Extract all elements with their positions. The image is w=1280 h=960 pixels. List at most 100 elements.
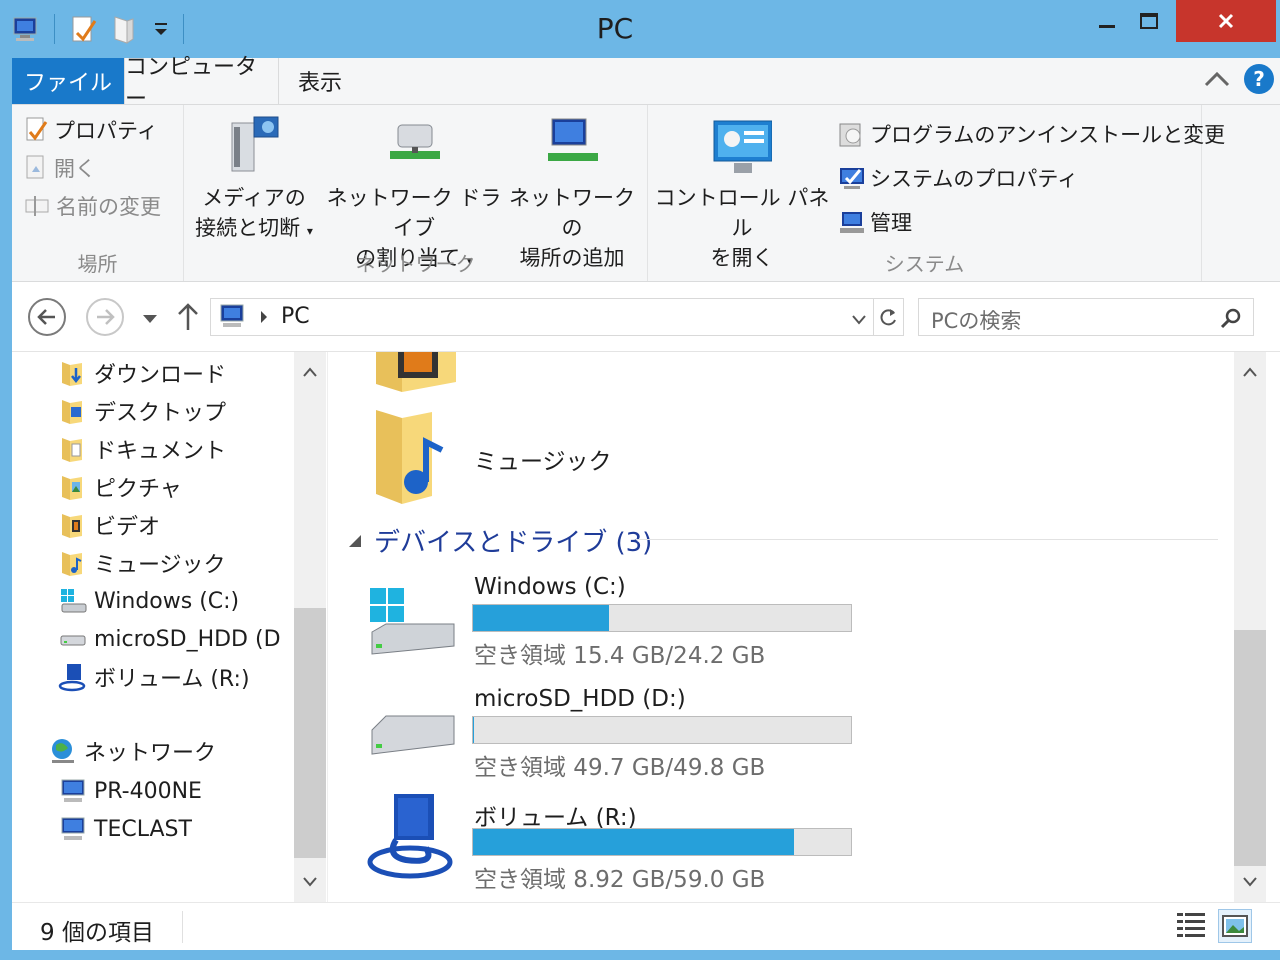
back-button[interactable]	[28, 298, 66, 336]
nav-item-drive-c[interactable]: Windows (C:)	[58, 582, 239, 620]
programs-icon	[839, 123, 861, 147]
nav-item-desktop[interactable]: デスクトップ	[58, 392, 226, 430]
computer-icon	[217, 303, 251, 335]
nav-label: ボリューム (R:)	[94, 667, 250, 692]
arrow-right-icon	[97, 309, 115, 325]
content-scroll-thumb[interactable]	[1234, 630, 1266, 866]
documents-folder-icon	[58, 434, 88, 464]
collapse-triangle-icon[interactable]	[348, 534, 362, 548]
manage-label: 管理	[870, 211, 912, 235]
system-properties-icon	[840, 168, 864, 189]
drive-d-name: microSD_HDD (D:)	[474, 686, 686, 712]
nav-item-pictures[interactable]: ピクチャ	[58, 468, 182, 506]
tab-file[interactable]: ファイル	[12, 58, 124, 104]
nav-pane-scrollbar[interactable]	[294, 352, 326, 902]
search-input[interactable]: PCの検索	[931, 305, 1021, 335]
help-icon[interactable]: ?	[1244, 64, 1274, 94]
recent-locations-button[interactable]	[142, 310, 158, 329]
nav-item-drive-r[interactable]: ボリューム (R:)	[58, 658, 250, 696]
drive-d-tile[interactable]: microSD_HDD (D:) 空き領域 49.7 GB/49.8 GB	[366, 686, 866, 796]
close-button[interactable]	[1176, 0, 1276, 42]
rename-button[interactable]: 名前の変更	[24, 191, 161, 221]
manage-icon	[840, 212, 864, 233]
music-folder-tile[interactable]: ミュージック	[372, 406, 612, 510]
breadcrumb-separator-icon[interactable]	[259, 309, 269, 329]
desktop-folder-icon	[58, 396, 88, 426]
nav-item-network[interactable]: ネットワーク	[48, 732, 216, 770]
nav-label: microSD_HDD (D	[94, 626, 281, 652]
uninstall-program-button[interactable]: プログラムのアンインストールと変更	[838, 119, 1225, 149]
details-view-button[interactable]	[1174, 909, 1208, 943]
tab-view[interactable]: 表示	[279, 58, 361, 104]
media-server-icon	[224, 113, 284, 179]
nav-label: ピクチャ	[94, 477, 182, 502]
search-icon[interactable]	[1219, 307, 1243, 335]
tab-computer[interactable]: コンピューター	[124, 55, 279, 112]
nav-item-downloads[interactable]: ダウンロード	[58, 354, 226, 392]
chevron-down-icon[interactable]	[1242, 876, 1258, 888]
open-icon	[26, 155, 44, 179]
manage-button[interactable]: 管理	[838, 207, 912, 237]
chevron-up-icon[interactable]	[302, 366, 318, 378]
status-separator	[182, 911, 183, 943]
media-connect-button[interactable]: メディアの 接続と切断 ▾	[186, 113, 322, 246]
drive-c-name: Windows (C:)	[474, 574, 626, 600]
system-properties-button[interactable]: システムのプロパティ	[838, 163, 1078, 193]
group-label-system: システム	[884, 252, 965, 276]
forward-button[interactable]	[86, 298, 124, 336]
address-dropdown-button[interactable]	[851, 311, 867, 330]
up-button[interactable]	[176, 302, 200, 336]
drive-c-tile[interactable]: Windows (C:) 空き領域 15.4 GB/24.2 GB	[366, 574, 866, 684]
system-properties-label: システムのプロパティ	[870, 167, 1079, 191]
nav-pane-scroll-thumb[interactable]	[294, 608, 326, 858]
ribbon-group-location: プロパティ 開く 名前の変更 場所	[12, 105, 184, 281]
content-scrollbar[interactable]	[1234, 352, 1266, 902]
chevron-down-icon[interactable]	[302, 876, 318, 888]
control-panel-label-1: コントロール パネル	[654, 186, 830, 240]
usage-fill	[473, 717, 474, 743]
search-box[interactable]: PCの検索	[918, 298, 1254, 336]
drive-r-tile[interactable]: ボリューム (R:) 空き領域 8.92 GB/59.0 GB	[366, 794, 866, 902]
group-label-network: ネットワーク	[355, 252, 476, 276]
properties-button[interactable]: プロパティ	[24, 115, 158, 145]
nav-item-teclast[interactable]: TECLAST	[58, 810, 192, 848]
videos-folder-tile[interactable]	[372, 352, 462, 398]
chevron-up-icon[interactable]	[1242, 366, 1258, 378]
open-button[interactable]: 開く	[24, 153, 96, 183]
address-bar[interactable]: PC	[210, 298, 904, 336]
nav-item-music[interactable]: ミュージック	[58, 544, 226, 582]
devices-section-header[interactable]: デバイスとドライブ (3)	[348, 522, 652, 559]
nav-label: デスクトップ	[94, 401, 227, 426]
nav-item-videos[interactable]: ビデオ	[58, 506, 160, 544]
uninstall-label: プログラムのアンインストールと変更	[870, 123, 1226, 147]
nav-label: ネットワーク	[84, 741, 217, 766]
window-title: PC	[596, 12, 634, 45]
ribbon-tabs: ファイル コンピューター 表示 ?	[12, 55, 1280, 112]
drive-r-usage-bar	[472, 828, 852, 856]
section-divider	[636, 539, 1218, 540]
refresh-button[interactable]	[877, 307, 899, 333]
media-connect-label-2: 接続と切断 ▾	[186, 213, 322, 246]
music-folder-icon	[376, 410, 444, 504]
breadcrumb-pc[interactable]: PC	[281, 304, 310, 329]
nav-label: ダウンロード	[94, 363, 227, 388]
address-divider	[873, 299, 874, 335]
nav-item-pr400ne[interactable]: PR-400NE	[58, 772, 202, 810]
chevron-up-icon[interactable]	[1204, 69, 1230, 89]
properties-icon	[26, 117, 48, 141]
nav-item-documents[interactable]: ドキュメント	[58, 430, 226, 468]
close-icon	[1218, 13, 1234, 29]
nav-item-drive-d[interactable]: microSD_HDD (D	[58, 620, 281, 658]
nav-label: TECLAST	[94, 816, 192, 842]
large-icons-view-button[interactable]	[1218, 909, 1252, 943]
music-folder-icon	[58, 548, 88, 578]
large-icons-view-icon	[1222, 915, 1248, 937]
drive-d-usage-bar	[472, 716, 852, 744]
navigation-pane: ダウンロード デスクトップ ドキュメント ピクチャ ビデオ ミュージック Win…	[12, 352, 328, 902]
network-location-icon	[542, 113, 602, 179]
network-drive-icon	[384, 113, 444, 179]
hard-drive-icon	[58, 624, 88, 654]
map-drive-label-1: ネットワーク ドライブ	[326, 186, 502, 240]
maximize-button[interactable]	[1124, 0, 1174, 42]
item-count: 9 個の項目	[40, 920, 154, 946]
